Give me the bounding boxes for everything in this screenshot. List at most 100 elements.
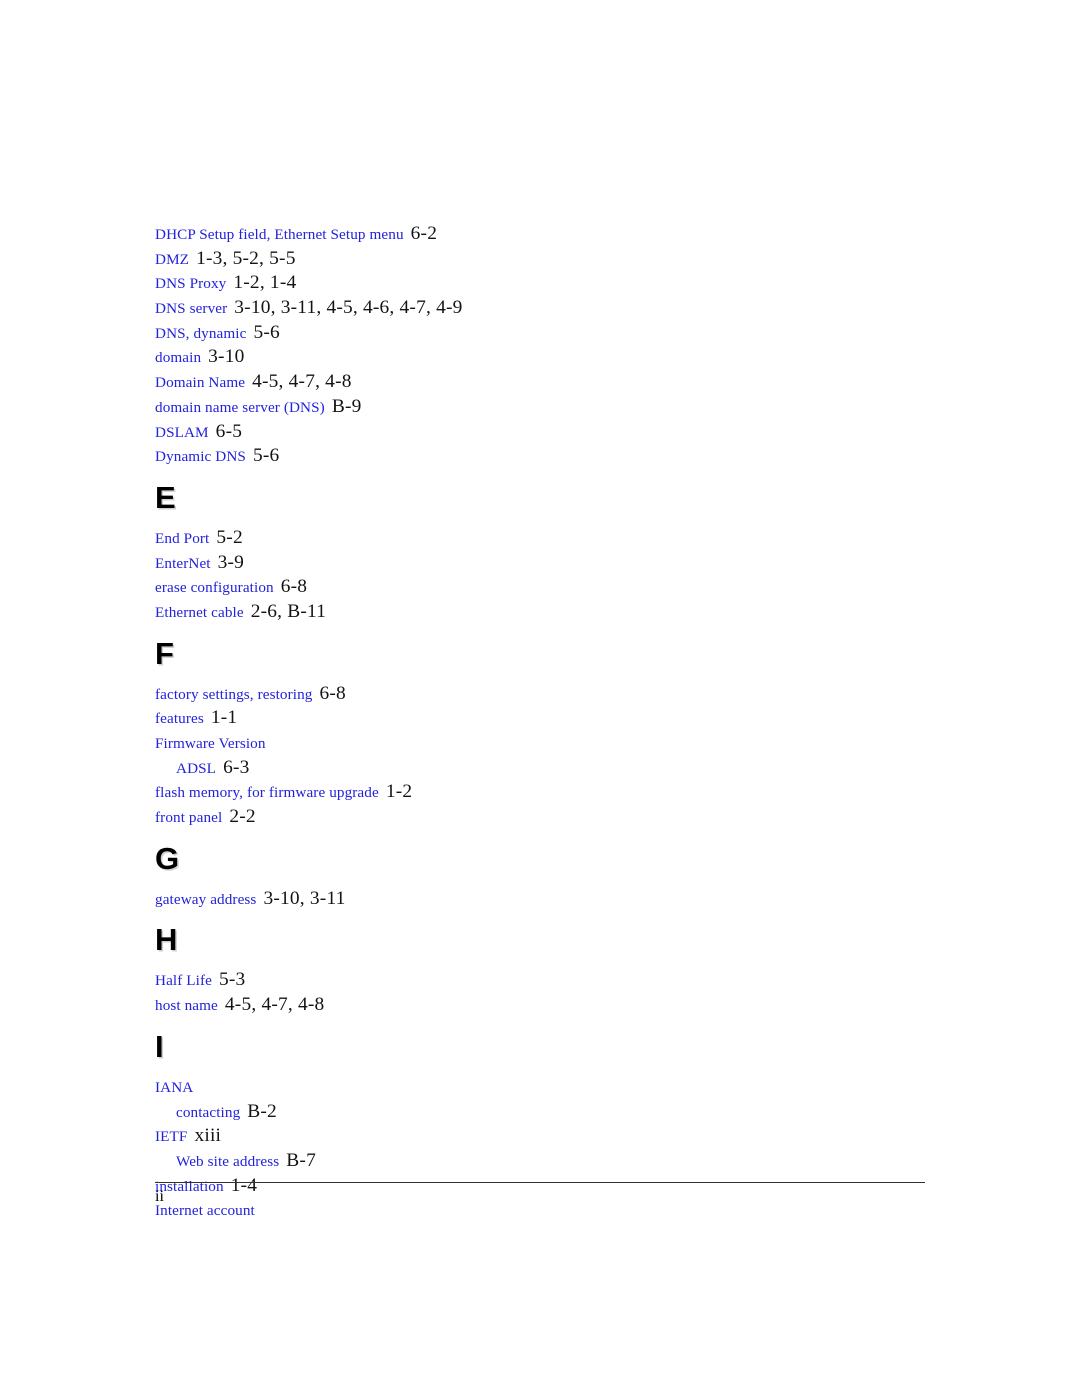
index-entry-pages: 5-6 [253, 321, 280, 343]
index-entry-pages: 2-6, B-11 [250, 600, 327, 622]
index-entry-pages: xiii [194, 1125, 222, 1147]
index-entry-term: DHCP Setup field, Ethernet Setup menu [155, 226, 404, 243]
index-entry: DSLAM 6-5 [155, 420, 945, 445]
index-entry-term: domain [155, 349, 202, 367]
index-entry: DNS server 3-10, 3-11, 4-5, 4-6, 4-7, 4-9 [155, 296, 945, 321]
index-entry-term: DSLAM [155, 423, 209, 441]
index-entry-pages: 6-8 [319, 682, 346, 704]
index-entry-term: erase configuration [155, 579, 274, 597]
index-entry-term: features [155, 710, 204, 728]
index-entry-term: Firmware Version [155, 735, 266, 752]
index-entry-term: DNS Proxy [155, 275, 227, 293]
index-entry-term: Domain Name [155, 374, 246, 392]
index-entry-term: Ethernet cable [155, 603, 244, 621]
index-entry-pages: 6-3 [223, 756, 250, 778]
index-entry: factory settings, restoring 6-8 [155, 682, 945, 707]
index-entry-term: IANA [155, 1078, 194, 1096]
index-entry-term: Internet account [155, 1202, 255, 1220]
footer-page-number: ii [155, 1188, 164, 1205]
index-entry: front panel 2-2 [155, 805, 945, 830]
index-entry: host name 4-5, 4-7, 4-8 [155, 993, 945, 1018]
index-entry-pages: 3-9 [217, 551, 245, 573]
footer-divider [155, 1182, 925, 1183]
index-entry: features 1-1 [155, 706, 945, 731]
index-entry: installation 1-4 [155, 1174, 945, 1199]
index-entry-term: host name [155, 997, 218, 1015]
index-entry-pages: 1-2, 1-4 [233, 272, 297, 294]
index-entry-pages: B-2 [247, 1100, 277, 1122]
index-entry-term: front panel [155, 809, 223, 827]
section-letter-e: E [155, 479, 176, 515]
index-entry-pages: 2-2 [229, 806, 256, 828]
section-letter-f: F [155, 635, 174, 671]
index-entry: IANA [155, 1075, 945, 1100]
section-letter-i: I [155, 1028, 164, 1064]
index-entry-pages: 3-10, 3-11 [263, 887, 346, 909]
index-entry-pages: 3-10 [208, 346, 245, 368]
index-entry-term: installation [155, 1177, 224, 1195]
index-entry-pages: B-9 [331, 395, 362, 417]
index-entry: erase configuration 6-8 [155, 575, 945, 600]
index-entry: IETF xiii [155, 1124, 945, 1149]
index-entry-pages: 1-2 [385, 781, 413, 803]
index-entry-pages: 6-2 [410, 223, 438, 244]
index-subentry: Web site address B-7 [155, 1149, 945, 1174]
index-entry-pages: 5-3 [218, 969, 246, 991]
index-entry-pages: 6-8 [280, 576, 308, 598]
index-entry-pages: 5-2 [216, 526, 243, 548]
index-entry: gateway address 3-10, 3-11 [155, 887, 945, 912]
index-entry: flash memory, for firmware upgrade 1-2 [155, 780, 945, 805]
index-entry-term: Dynamic DNS [155, 448, 246, 466]
index-entry: domain 3-10 [155, 345, 945, 370]
index-entry-term: contacting [176, 1103, 241, 1121]
index-subentry: ADSL 6-3 [155, 756, 945, 781]
index-entry: Internet account [155, 1198, 945, 1223]
index-entry-term: factory settings, restoring [155, 685, 313, 703]
index-page: DHCP Setup field, Ethernet Setup menu 6-2… [0, 0, 1080, 1397]
index-entry-pages: 3-10, 3-11, 4-5, 4-6, 4-7, 4-9 [234, 297, 463, 319]
index-entry: DNS, dynamic 5-6 [155, 321, 945, 346]
index-entry-pages: 1-1 [210, 707, 238, 729]
index-entry-term: Web site address [176, 1152, 280, 1170]
section-letter-g: G [155, 840, 180, 876]
index-entry-pages: B-7 [286, 1149, 316, 1171]
index-entry-pages: 5-6 [252, 445, 280, 467]
index-entry-term: DMZ [155, 250, 190, 268]
index-entry: Half Life 5-3 [155, 968, 945, 993]
index-entry-pages: 6-5 [215, 420, 243, 442]
index-entry: Domain Name 4-5, 4-7, 4-8 [155, 370, 945, 395]
index-entry: DHCP Setup field, Ethernet Setup menu 6-2 [155, 222, 945, 247]
index-entry-term: DNS, dynamic [155, 324, 247, 342]
index-entry-list: DHCP Setup field, Ethernet Setup menu 6-2… [155, 222, 945, 1223]
index-entry-term: IETF [155, 1128, 188, 1146]
index-entry: domain name server (DNS) B-9 [155, 395, 945, 420]
index-entry: Firmware Version [155, 731, 945, 756]
index-entry-pages: 1-3, 5-2, 5-5 [196, 247, 296, 269]
index-entry-term: DNS server [155, 300, 228, 318]
index-entry-term: EnterNet [155, 554, 211, 572]
index-entry: End Port 5-2 [155, 526, 945, 551]
index-entry-term: Half Life [155, 972, 212, 990]
index-entry-term: End Port [155, 529, 210, 547]
index-entry-term: domain name server (DNS) [155, 398, 325, 416]
index-entry-term: ADSL [176, 759, 217, 777]
index-entry-term: flash memory, for firmware upgrade [155, 784, 379, 802]
index-entry: EnterNet 3-9 [155, 551, 945, 576]
index-entry-term: gateway address [155, 890, 257, 908]
index-entry: Dynamic DNS 5-6 [155, 444, 945, 469]
section-letter-h: H [155, 922, 178, 958]
index-entry: DMZ 1-3, 5-2, 5-5 [155, 247, 945, 272]
index-entry: DNS Proxy 1-2, 1-4 [155, 271, 945, 296]
index-entry-pages: 4-5, 4-7, 4-8 [252, 371, 352, 393]
index-entry: Ethernet cable 2-6, B-11 [155, 600, 945, 625]
